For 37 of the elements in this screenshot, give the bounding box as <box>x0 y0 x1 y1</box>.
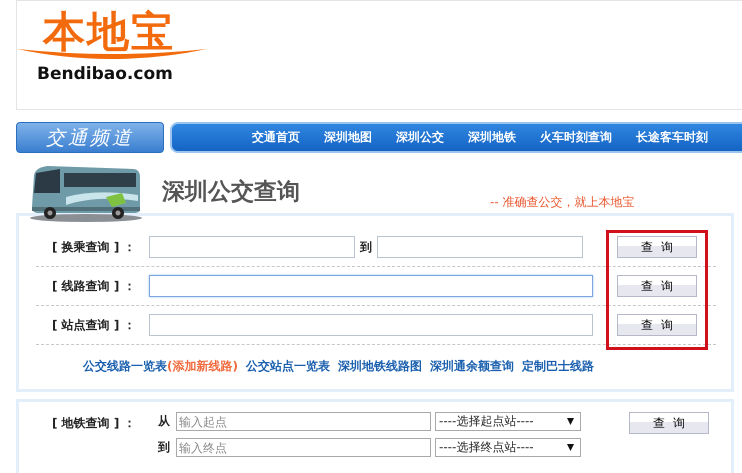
input-field[interactable] <box>149 275 593 297</box>
quick-link[interactable]: 深圳地铁线路图 <box>338 358 422 375</box>
logo-name: 本地宝 <box>43 9 176 55</box>
quick-link[interactable]: 公交线路一览表 <box>83 358 167 375</box>
nav-link[interactable]: 交通首页 <box>252 129 300 146</box>
nav-link[interactable]: 火车时刻查询 <box>540 129 612 146</box>
input-field[interactable] <box>377 236 583 258</box>
page-title: 深圳公交查询 <box>162 178 300 207</box>
nav-link[interactable]: 深圳公交 <box>396 129 444 146</box>
station-select[interactable]: ----选择起点站---- <box>435 412 581 431</box>
caret-icon <box>567 444 574 451</box>
search-button[interactable]: 查 询 <box>629 412 709 434</box>
quick-link[interactable]: 深圳通余额查询 <box>430 358 514 375</box>
input-field[interactable] <box>149 314 593 336</box>
nav-link[interactable]: 长途客车时刻 <box>636 129 708 146</box>
search-label: [ 换乘查询 ] ： <box>51 238 137 256</box>
station-label: 从 <box>158 413 171 430</box>
search-label: [ 地铁查询 ] ： <box>52 415 137 432</box>
caret-icon <box>567 418 574 425</box>
channel-title: 交通频道 <box>16 122 164 153</box>
input-field[interactable] <box>149 236 355 258</box>
slogan: -- 准确查公交，就上本地宝 <box>490 194 634 211</box>
nav-link[interactable]: 深圳地图 <box>324 129 372 146</box>
search-label: [ 线路查询 ] ： <box>51 278 137 294</box>
station-select[interactable]: ----选择终点站---- <box>435 438 581 457</box>
nav-link[interactable]: 深圳地铁 <box>468 129 516 146</box>
station-label: 到 <box>158 439 171 456</box>
quick-link[interactable]: 公交站点一览表 <box>246 358 330 375</box>
search-label: [ 站点查询 ] ： <box>51 316 137 334</box>
to-label: 到 <box>358 238 373 256</box>
search-button[interactable]: 查 询 <box>617 236 697 258</box>
station-field[interactable]: 输入终点 <box>176 438 431 457</box>
search-button[interactable]: 查 询 <box>617 275 697 297</box>
logo-domain: Bendibao.com <box>37 63 174 85</box>
search-button[interactable]: 查 询 <box>617 314 697 336</box>
station-field[interactable]: 输入起点 <box>176 412 431 431</box>
quick-link[interactable]: 定制巴士线路 <box>522 358 594 375</box>
